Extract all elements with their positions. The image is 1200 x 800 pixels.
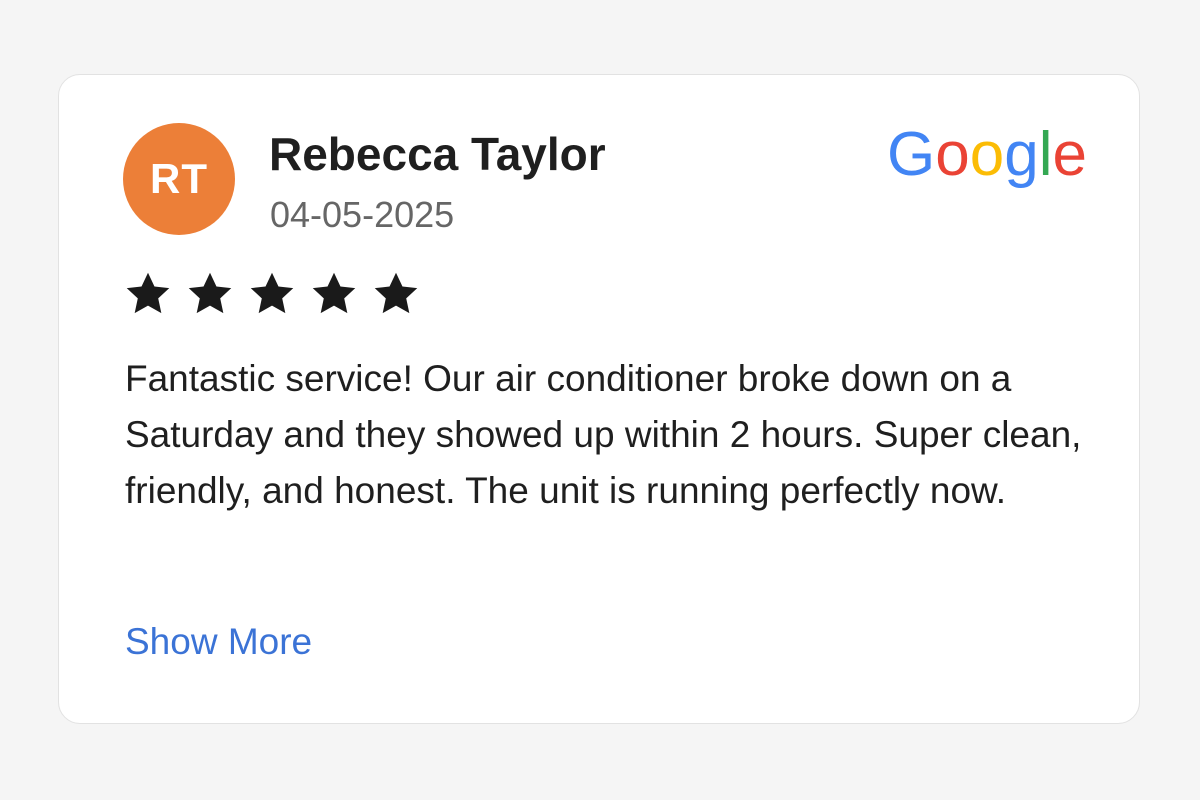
review-text: Fantastic service! Our air conditioner b… bbox=[125, 358, 1082, 511]
show-more-link[interactable]: Show More bbox=[125, 621, 312, 663]
star-icon bbox=[374, 272, 418, 314]
google-logo-letter-4: g bbox=[1004, 120, 1039, 189]
star-icon bbox=[126, 272, 170, 314]
google-logo-letter-6: e bbox=[1052, 120, 1087, 189]
review-card: RT Rebecca Taylor 04-05-2025 Google Fant… bbox=[58, 74, 1140, 724]
star-icon bbox=[312, 272, 356, 314]
reviewer-name: Rebecca Taylor bbox=[269, 128, 606, 180]
google-logo: Google bbox=[887, 120, 1087, 189]
google-logo-letter-2: o bbox=[935, 120, 970, 189]
star-icon bbox=[188, 272, 232, 314]
avatar: RT bbox=[123, 123, 235, 235]
avatar-initials: RT bbox=[150, 155, 208, 202]
google-logo-letter-5: l bbox=[1038, 120, 1053, 189]
review-date: 04-05-2025 bbox=[270, 194, 455, 235]
google-logo-letter-3: o bbox=[969, 120, 1005, 189]
star-icon bbox=[250, 272, 294, 314]
google-logo-letter-1: G bbox=[887, 120, 936, 189]
star-rating bbox=[123, 269, 421, 319]
